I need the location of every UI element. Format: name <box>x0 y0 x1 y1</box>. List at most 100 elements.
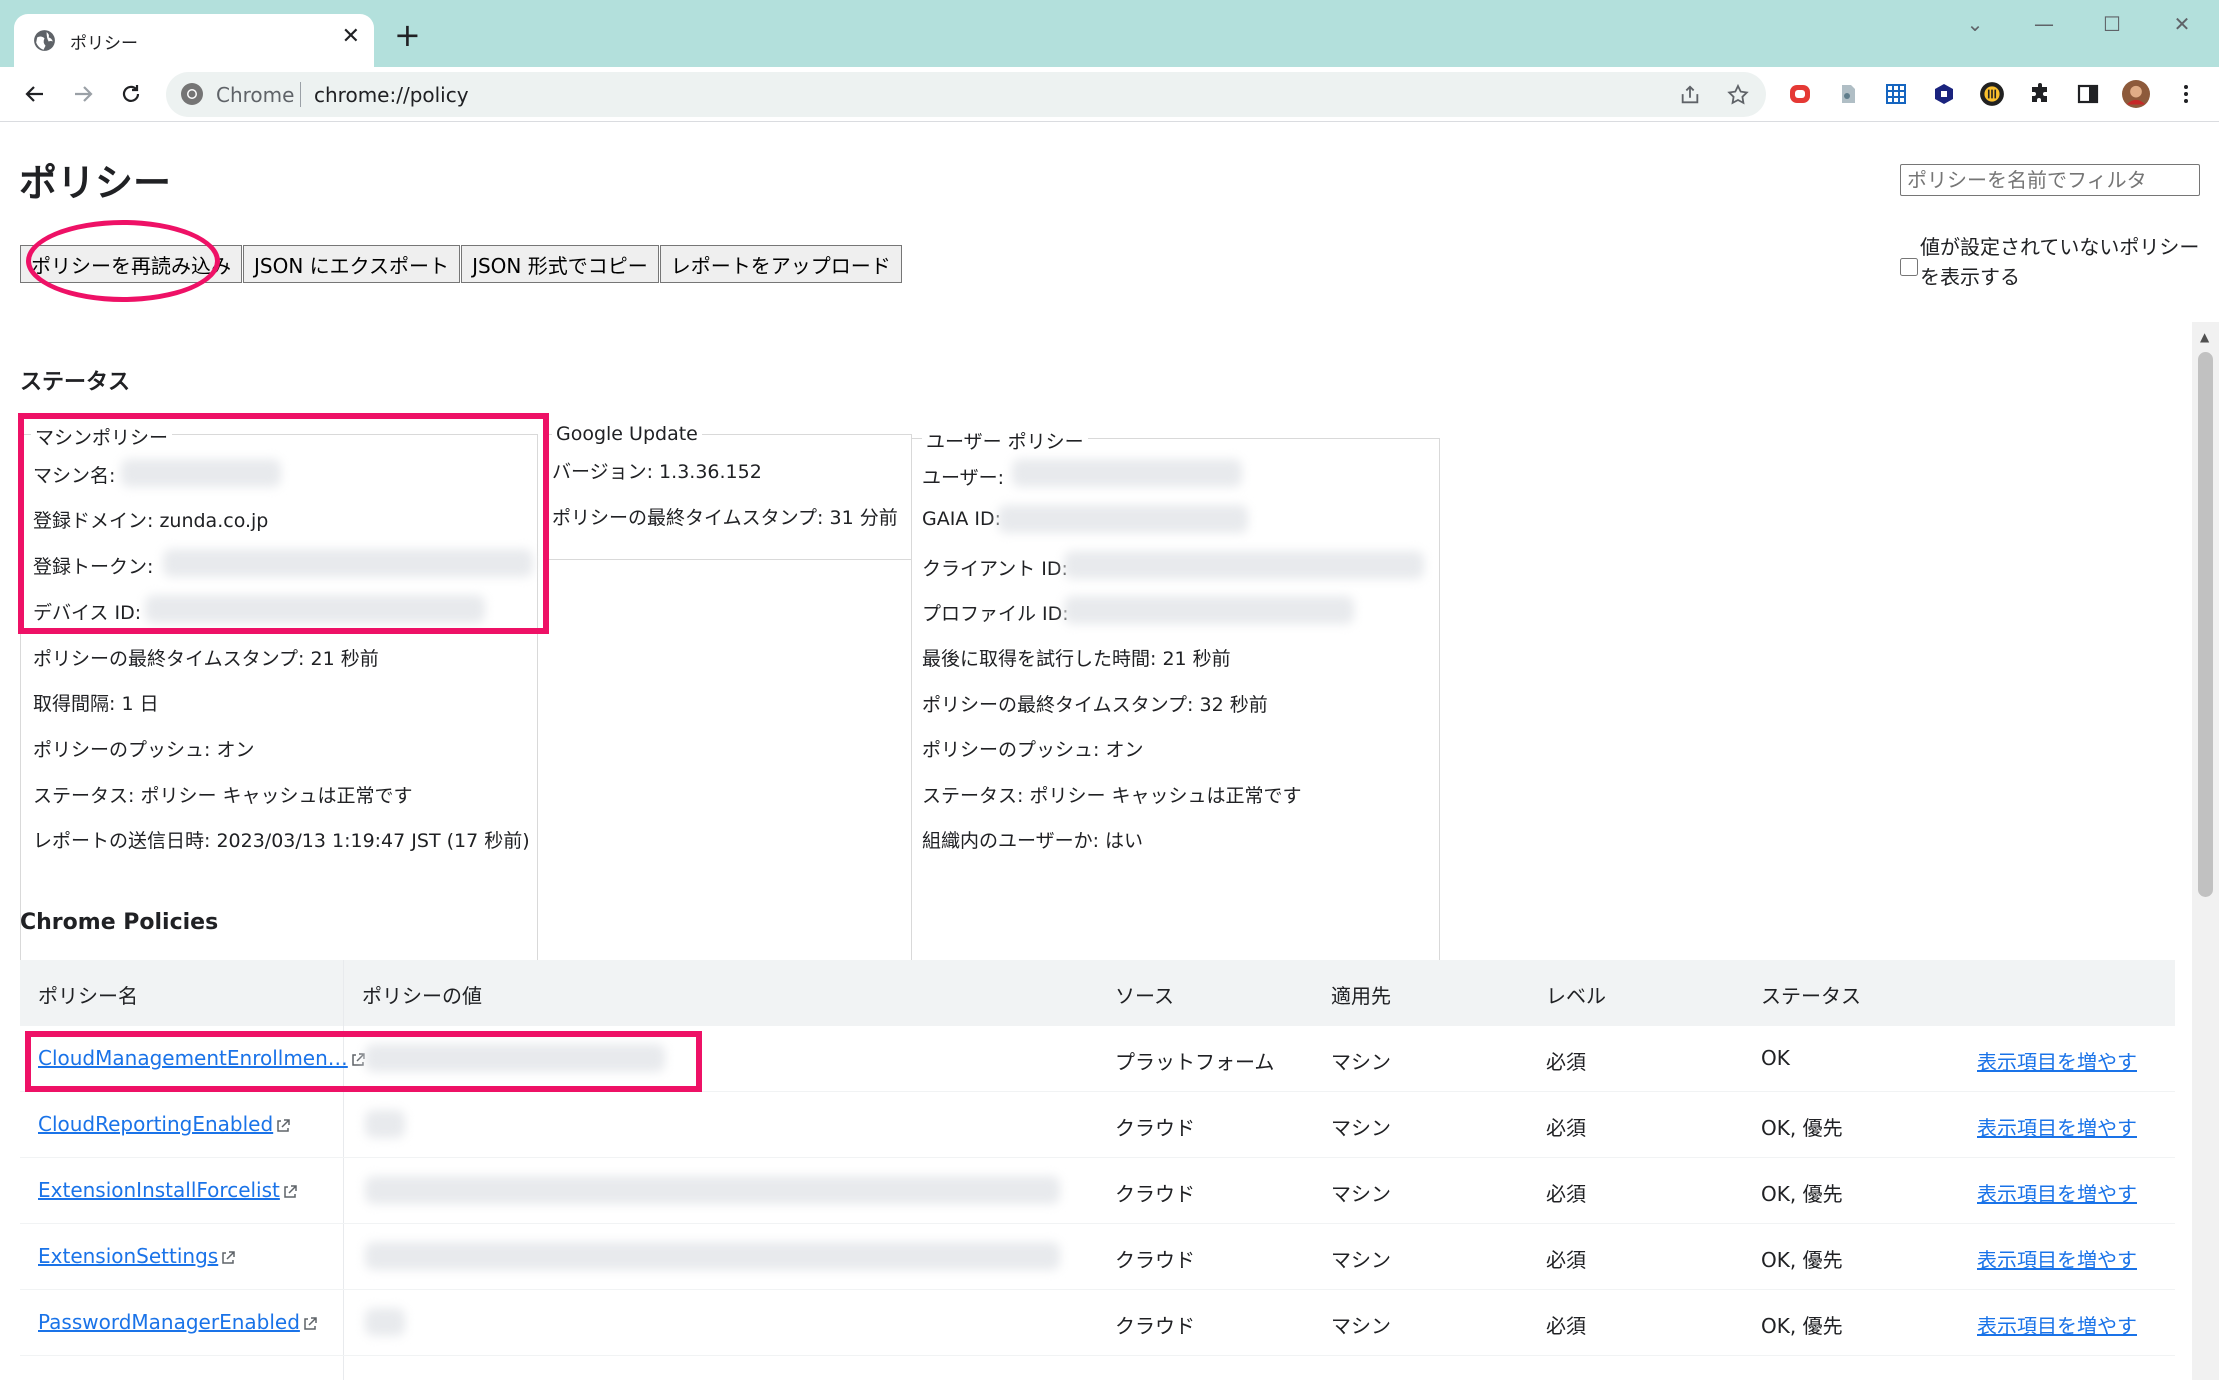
show-unset-label: 値が設定されていないポリシーを表示する <box>1920 235 2200 289</box>
maximize-icon[interactable]: ☐ <box>2100 12 2124 36</box>
scroll-up-icon[interactable]: ▲ <box>2200 330 2209 344</box>
share-icon[interactable] <box>1676 81 1704 109</box>
redacted-value <box>365 1176 1060 1204</box>
address-bar[interactable]: Chrome chrome://policy <box>166 72 1766 117</box>
table-row: ExtensionInstallForcelist クラウド マシン 必須 OK… <box>20 1158 2175 1224</box>
policy-scope: マシン <box>1331 1314 1391 1338</box>
redacted-value <box>1012 459 1242 487</box>
google-update-version: バージョン: 1.3.36.152 <box>552 461 762 483</box>
policy-name: PasswordManagerEnabled <box>38 1310 300 1334</box>
show-more-link[interactable]: 表示項目を増やす <box>1977 1112 2137 1141</box>
user-policy-box: ユーザー ポリシー ユーザー: GAIA ID: クライアント ID: プロファ… <box>911 427 1440 1000</box>
annotation-rectangle <box>18 413 549 634</box>
forward-icon[interactable] <box>66 77 100 111</box>
policy-name-link[interactable]: CloudReportingEnabled <box>38 1112 291 1136</box>
policy-scope: マシン <box>1331 1116 1391 1140</box>
status-section-title: ステータス <box>20 370 131 395</box>
page-scrollbar[interactable]: ▲ <box>2192 322 2219 1380</box>
policy-level: 必須 <box>1546 1248 1586 1272</box>
policy-level: 必須 <box>1546 1182 1586 1206</box>
header-source: ソース <box>1115 984 1174 1008</box>
side-panel-icon[interactable] <box>2074 80 2102 108</box>
browser-tab[interactable]: ポリシー ✕ <box>14 14 374 67</box>
machine-policy-push: ポリシーのプッシュ: オン <box>33 739 255 761</box>
avatar[interactable] <box>2122 80 2150 108</box>
show-unset-checkbox[interactable] <box>1900 258 1918 276</box>
chrome-logo-icon <box>181 83 203 105</box>
puzzle-icon[interactable] <box>2026 80 2054 108</box>
menu-kebab-icon[interactable] <box>2172 80 2200 108</box>
upload-report-button[interactable]: レポートをアップロード <box>659 245 902 283</box>
copy-json-button[interactable]: JSON 形式でコピー <box>461 245 659 283</box>
close-window-icon[interactable]: ✕ <box>2170 12 2194 36</box>
table-row: CloudReportingEnabled クラウド マシン 必須 OK, 優先… <box>20 1092 2175 1158</box>
back-icon[interactable] <box>18 77 52 111</box>
new-tab-icon[interactable]: + <box>394 19 421 51</box>
policy-level: 必須 <box>1546 1314 1586 1338</box>
external-link-icon <box>222 1250 235 1264</box>
policy-status: OK, 優先 <box>1761 1314 1843 1338</box>
policy-source: クラウド <box>1115 1182 1195 1206</box>
user-label: ユーザー: <box>922 467 1005 489</box>
tab-title: ポリシー <box>70 34 138 54</box>
bookmark-star-icon[interactable] <box>1724 81 1752 109</box>
policy-status: OK, 優先 <box>1761 1248 1843 1272</box>
redacted-value <box>1064 596 1354 624</box>
show-more-link[interactable]: 表示項目を増やす <box>1977 1244 2137 1273</box>
policy-level: 必須 <box>1546 1116 1586 1140</box>
omnibox-prefix: Chrome <box>216 83 295 107</box>
machine-policy-timestamp: ポリシーの最終タイムスタンプ: 21 秒前 <box>33 648 379 670</box>
close-tab-icon[interactable]: ✕ <box>342 24 360 49</box>
external-link-icon <box>284 1184 297 1198</box>
extension-doc-icon[interactable] <box>1834 80 1862 108</box>
globe-icon <box>34 30 55 51</box>
policy-name-link[interactable]: ExtensionSettings <box>38 1244 236 1268</box>
show-more-link[interactable]: 表示項目を増やす <box>1977 1046 2137 1075</box>
show-more-link[interactable]: 表示項目を増やす <box>1977 1310 2137 1339</box>
extension-red-icon[interactable] <box>1786 80 1814 108</box>
redacted-value <box>365 1110 405 1138</box>
user-in-org: 組織内のユーザーか: はい <box>922 830 1144 852</box>
header-status: ステータス <box>1761 984 1861 1008</box>
user-policy-status: ステータス: ポリシー キャッシュは正常です <box>922 785 1302 807</box>
url-text[interactable]: chrome://policy <box>314 83 469 107</box>
minimize-icon[interactable]: — <box>2032 12 2056 36</box>
policy-status: OK, 優先 <box>1761 1116 1843 1140</box>
header-scope: 適用先 <box>1331 984 1391 1008</box>
table-row: PasswordManagerEnabled クラウド マシン 必須 OK, 優… <box>20 1290 2175 1356</box>
policy-name: CloudReportingEnabled <box>38 1112 274 1136</box>
user-policy-legend: ユーザー ポリシー <box>922 427 1088 454</box>
policy-level: 必須 <box>1546 1050 1586 1074</box>
header-policy-name: ポリシー名 <box>38 984 138 1008</box>
policy-table: ポリシー名 ポリシーの値 ソース 適用先 レベル ステータス CloudMana… <box>20 960 2175 1380</box>
omnibox-separator <box>300 82 301 107</box>
extension-grid-icon[interactable] <box>1882 80 1910 108</box>
policy-scope: マシン <box>1331 1248 1391 1272</box>
header-level: レベル <box>1546 984 1606 1008</box>
google-update-legend: Google Update <box>552 423 702 445</box>
annotation-ellipse <box>26 220 220 302</box>
redacted-value <box>365 1242 1060 1270</box>
scroll-thumb[interactable] <box>2198 352 2213 897</box>
show-more-link[interactable]: 表示項目を増やす <box>1977 1178 2137 1207</box>
policy-name: ExtensionInstallForcelist <box>38 1178 280 1202</box>
policy-source: クラウド <box>1115 1314 1195 1338</box>
chevron-down-icon[interactable]: ⌄ <box>1963 12 1987 36</box>
google-update-box: Google Update バージョン: 1.3.36.152 ポリシーの最終タ… <box>547 423 912 560</box>
export-json-button[interactable]: JSON にエクスポート <box>243 245 461 283</box>
client-id-label: クライアント ID: <box>922 558 1068 580</box>
report-sent-time: レポートの送信日時: 2023/03/13 1:19:47 JST (17 秒前… <box>33 830 530 852</box>
policy-filter-input[interactable] <box>1900 164 2200 196</box>
chrome-policies-title: Chrome Policies <box>20 910 219 935</box>
policy-name: ExtensionSettings <box>38 1244 219 1268</box>
policy-name-link[interactable]: ExtensionInstallForcelist <box>38 1178 298 1202</box>
policy-name-link[interactable]: PasswordManagerEnabled <box>38 1310 318 1334</box>
extension-yellow-icon[interactable] <box>1978 80 2006 108</box>
policy-status: OK, 優先 <box>1761 1182 1843 1206</box>
policy-source: クラウド <box>1115 1248 1195 1272</box>
annotation-rectangle <box>25 1031 702 1092</box>
policy-status: OK <box>1761 1046 1790 1070</box>
table-row: ExtensionSettings クラウド マシン 必須 OK, 優先 表示項… <box>20 1224 2175 1290</box>
reload-icon[interactable] <box>114 77 148 111</box>
extension-hexagon-icon[interactable] <box>1930 80 1958 108</box>
